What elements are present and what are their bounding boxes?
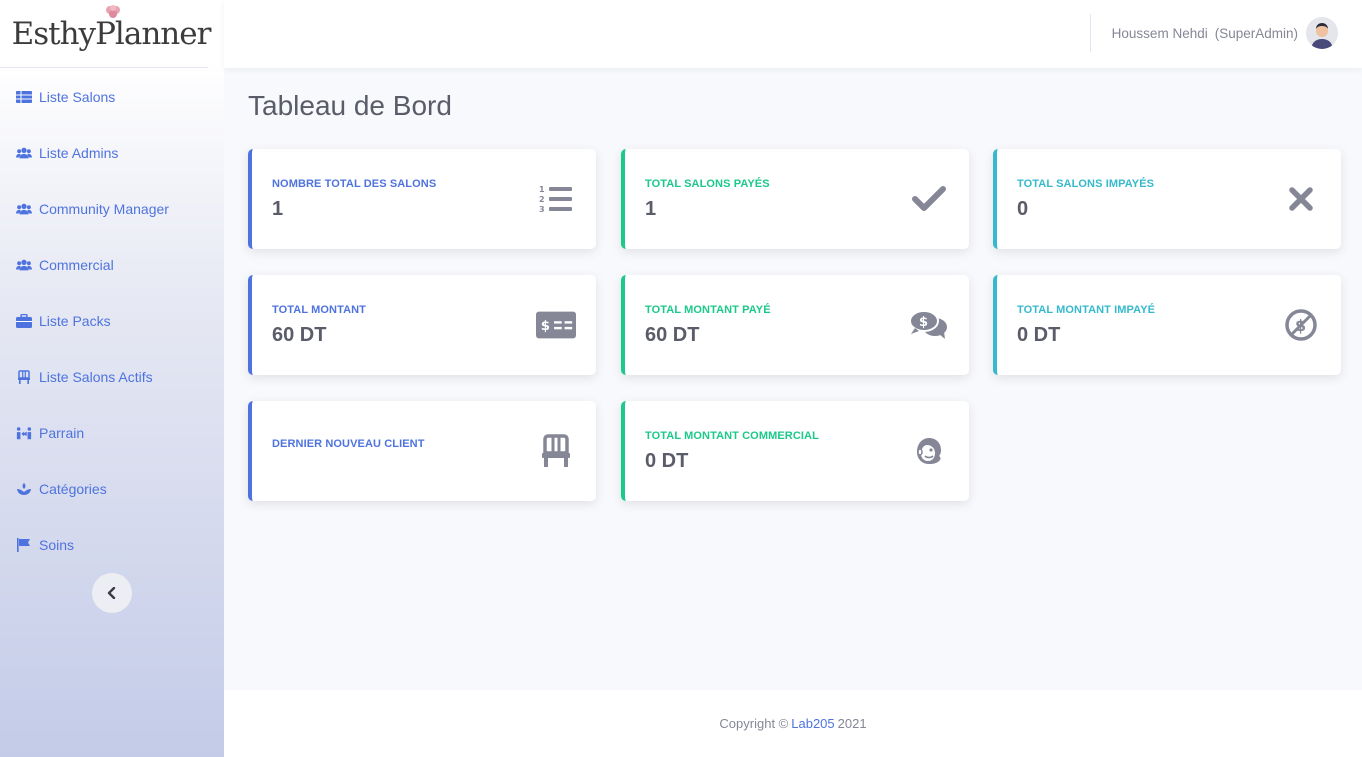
spa-icon: [17, 483, 31, 495]
comments-dollar-icon: $: [909, 310, 947, 339]
card-value: 60 DT: [645, 324, 700, 346]
briefcase-icon: [16, 314, 32, 328]
chair-icon: [18, 370, 30, 384]
card-value: 0: [1017, 198, 1029, 220]
card-label: Total salons impayés: [1017, 178, 1155, 190]
svg-text:3: 3: [539, 205, 545, 214]
page-title: Tableau de Bord: [248, 90, 452, 121]
card-total-montant-impaye: Total montant impayé 0 DT $: [993, 275, 1341, 375]
users-icon: [16, 147, 32, 159]
sidebar-nav: Liste Salons Liste Admins Community Mana…: [0, 69, 224, 573]
topbar-divider: [1090, 14, 1091, 52]
sidebar-item-categories[interactable]: Catégories: [0, 461, 224, 517]
check-icon: [912, 186, 946, 211]
sidebar-item-soins[interactable]: Soins: [0, 517, 224, 573]
times-icon: [1289, 187, 1313, 211]
card-icon-wrap: [909, 179, 949, 219]
card-label: Total montant: [272, 304, 366, 316]
card-label: Total montant payé: [645, 304, 771, 316]
sidebar-item-label: Liste Packs: [39, 313, 111, 329]
card-icon-wrap: [1281, 179, 1321, 219]
sidebar-item-liste-salons-actifs[interactable]: Liste Salons Actifs: [0, 349, 224, 405]
user-menu[interactable]: Houssem Nehdi (SuperAdmin): [1112, 17, 1338, 49]
card-total-salons-payes: Total salons payés 1: [621, 149, 969, 249]
list-ol-icon: 1 2 3: [539, 185, 572, 214]
users-icon: [16, 203, 32, 215]
user-name: Houssem Nehdi: [1111, 25, 1208, 41]
brand-logo[interactable]: EsthyPlanner: [0, 0, 212, 68]
sidebar-item-label: Commercial: [39, 257, 114, 273]
svg-text:$: $: [919, 315, 928, 330]
card-value: 1: [272, 198, 284, 220]
card-label: Total salons payés: [645, 178, 770, 190]
card-icon-wrap: 1 2 3: [536, 179, 576, 219]
svg-text:2: 2: [539, 195, 545, 204]
card-total-montant-commercial: Total montant commercial 0 DT: [621, 401, 969, 501]
footer-link[interactable]: Lab205: [791, 716, 834, 731]
people-arrows-icon: [16, 427, 32, 440]
footer-year: 2021: [837, 716, 867, 731]
sidebar-item-parrain[interactable]: Parrain: [0, 405, 224, 461]
flag-icon: [17, 538, 30, 552]
footer-copyright: Copyright ©: [719, 716, 789, 731]
svg-text:$: $: [541, 319, 550, 334]
card-value: 60 DT: [272, 324, 327, 346]
card-label: Total montant impayé: [1017, 304, 1156, 316]
avatar[interactable]: [1306, 17, 1338, 49]
sidebar-item-label: Liste Salons Actifs: [39, 369, 153, 385]
card-icon-wrap: $: [909, 305, 949, 345]
card-label: Dernier nouveau client: [272, 438, 425, 450]
sidebar-item-label: Community Manager: [39, 201, 169, 217]
sidebar-item-label: Catégories: [39, 481, 107, 497]
chair-icon: [542, 434, 570, 467]
table-icon: [16, 91, 32, 103]
card-total-salons-impayes: Total salons impayés 0: [993, 149, 1341, 249]
sidebar-item-liste-packs[interactable]: Liste Packs: [0, 293, 224, 349]
svg-text:1: 1: [539, 185, 545, 194]
card-total-montant-paye: Total montant payé 60 DT $: [621, 275, 969, 375]
sidebar-item-label: Parrain: [39, 425, 85, 441]
card-label: Total montant commercial: [645, 430, 819, 442]
card-dernier-nouveau-client: Dernier nouveau client: [248, 401, 596, 501]
card-icon-wrap: [909, 431, 949, 471]
card-icon-wrap: [536, 431, 576, 471]
sidebar: EsthyPlanner Liste Salons Liste Admins C…: [0, 0, 224, 757]
footer: Copyright © Lab205 2021: [224, 690, 1362, 757]
sidebar-item-commercial[interactable]: Commercial: [0, 237, 224, 293]
money-check-icon: $: [536, 311, 576, 339]
no-dollar-icon: $: [1285, 309, 1317, 341]
sidebar-item-label: Soins: [39, 537, 75, 553]
sidebar-item-label: Liste Admins: [39, 145, 119, 161]
sidebar-toggle-button[interactable]: [92, 573, 132, 613]
sidebar-item-community-manager[interactable]: Community Manager: [0, 181, 224, 237]
card-label: Nombre total des salons: [272, 178, 437, 190]
card-icon-wrap: $: [1281, 305, 1321, 345]
topbar: Houssem Nehdi (SuperAdmin): [224, 0, 1362, 68]
card-value: 0 DT: [1017, 324, 1061, 346]
mailchimp-icon: [917, 438, 941, 464]
card-nombre-total-salons: Nombre total des salons 1 1 2 3: [248, 149, 596, 249]
card-value: 0 DT: [645, 450, 689, 472]
card-value: 1: [645, 198, 657, 220]
card-icon-wrap: $: [536, 305, 576, 345]
user-role: (SuperAdmin): [1214, 25, 1298, 41]
sidebar-item-liste-salons[interactable]: Liste Salons: [0, 69, 224, 125]
card-total-montant: Total montant 60 DT $: [248, 275, 596, 375]
users-icon: [16, 259, 32, 271]
flower-icon: [106, 5, 120, 18]
sidebar-item-liste-admins[interactable]: Liste Admins: [0, 125, 224, 181]
avatar-image: [1306, 17, 1338, 49]
sidebar-item-label: Liste Salons: [39, 89, 116, 105]
brand-name: EsthyPlanner: [11, 15, 212, 52]
chevron-left-icon: [107, 587, 116, 599]
